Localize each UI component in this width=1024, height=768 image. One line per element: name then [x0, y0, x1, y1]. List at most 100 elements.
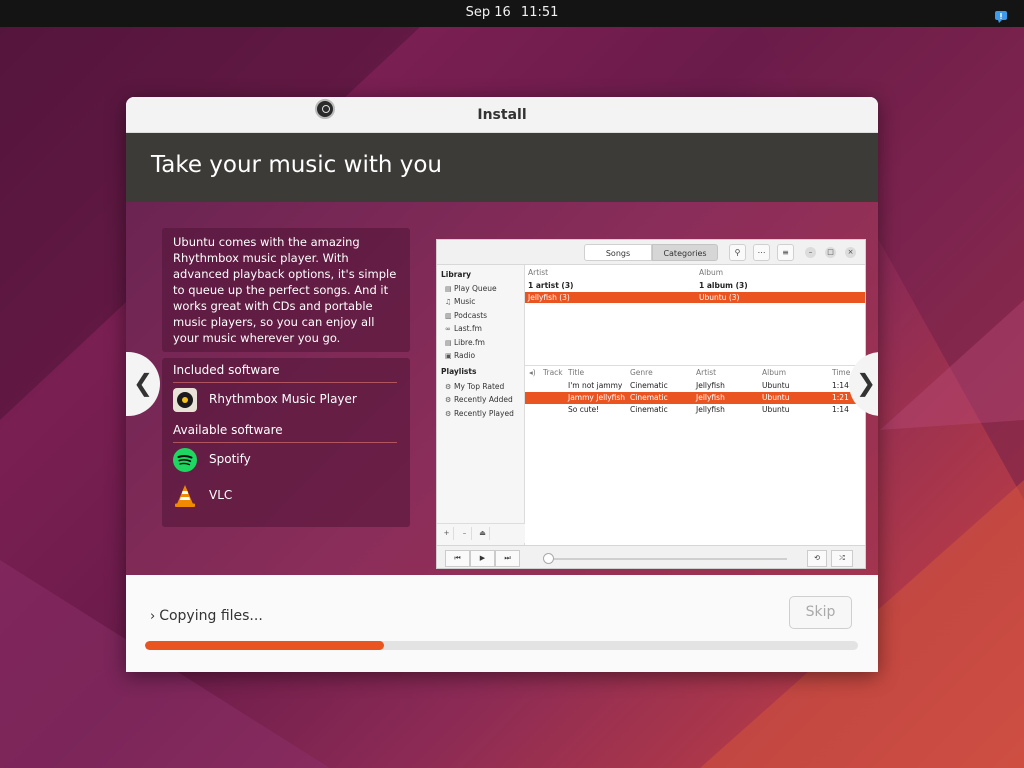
rhythmbox-header: Songs Categories ⚲ ⋯ ≡ – □ × [437, 240, 865, 265]
sidebar-item-radio: ▣ Radio [445, 351, 475, 360]
sidebar-item-librefm: ▤ Libre.fm [445, 338, 485, 347]
sidebar-item-recently-added: ⚙ Recently Added [445, 395, 513, 404]
more-icon: ⋯ [753, 244, 770, 261]
divider [173, 382, 397, 383]
window-title: Install [477, 107, 527, 123]
track-album: Ubuntu [762, 405, 790, 414]
rhythmbox-screenshot: Songs Categories ⚲ ⋯ ≡ – □ × Library ▤ Pl… [436, 239, 866, 569]
playlist-icon: ⚙ [445, 383, 452, 391]
track-time: 1:14 [832, 381, 849, 390]
sidebar-label: Music [454, 297, 476, 306]
table-row: Jammy Jellyfish Cinematic Jellyfish Ubun… [525, 392, 865, 404]
repeat-icon: ⟲ [807, 550, 827, 567]
sidebar-item-music: ♫ Music [445, 297, 475, 306]
sidebar-label: Recently Played [454, 409, 514, 418]
sidebar-item-top-rated: ⚙ My Top Rated [445, 382, 504, 391]
slide-title: Take your music with you [151, 152, 443, 178]
maximize-icon: □ [825, 247, 836, 258]
sidebar-footer: + – ⏏ [437, 523, 525, 543]
library-heading: Library [441, 270, 472, 279]
slide-header: Take your music with you [126, 133, 878, 202]
spotify-icon [173, 448, 197, 472]
track-title: I'm not jammy [568, 381, 623, 390]
shuffle-icon: ⤮ [831, 550, 853, 567]
librefm-icon: ▤ [445, 339, 452, 347]
track-artist: Jellyfish [696, 405, 725, 414]
album-column-header: Album [699, 268, 724, 277]
remove-icon: – [458, 527, 472, 540]
clock-time: 11:51 [520, 5, 559, 20]
music-note-icon: ♫ [445, 298, 452, 306]
album-selected: Ubuntu (3) [699, 293, 740, 302]
top-bar: Sep 16 11:51 [0, 0, 1024, 27]
progress-fill [145, 641, 384, 650]
playlist-icon: ⚙ [445, 410, 452, 418]
sidebar-label: Podcasts [454, 311, 488, 320]
sidebar-item-play-queue: ▤ Play Queue [445, 284, 497, 293]
track-column-header: Track [543, 368, 563, 377]
table-row: So cute! Cinematic Jellyfish Ubuntu 1:14 [525, 404, 865, 416]
player-controls: ⏮ ▶ ⏭ ⟲ ⤮ [437, 545, 865, 568]
close-icon: × [845, 247, 856, 258]
software-label: VLC [209, 488, 233, 502]
menu-icon: ≡ [777, 244, 794, 261]
track-title: So cute! [568, 405, 600, 414]
minimize-icon: – [805, 247, 816, 258]
notification-icon[interactable] [994, 10, 1008, 24]
sidebar-label: Radio [454, 351, 476, 360]
track-album: Ubuntu [762, 381, 790, 390]
track-genre: Cinematic [630, 393, 668, 402]
progress-bar [145, 641, 858, 650]
volume-icon: ◂) [529, 368, 536, 377]
track-time: 1:14 [832, 405, 849, 414]
track-artist: Jellyfish [696, 381, 725, 390]
status-label: Copying files... [159, 608, 263, 624]
install-status[interactable]: › Copying files... [150, 608, 263, 624]
title-column-header: Title [568, 368, 585, 377]
rhythmbox-icon [173, 388, 197, 412]
sidebar-item-recently-played: ⚙ Recently Played [445, 409, 514, 418]
included-software-heading: Included software [173, 363, 280, 377]
software-item-vlc: VLC [173, 484, 403, 510]
track-time: 1:21 [832, 393, 849, 402]
sidebar-label: Last.fm [454, 324, 482, 333]
sidebar-item-lastfm: ∞ Last.fm [445, 324, 482, 333]
add-icon: + [440, 527, 454, 540]
album-summary: 1 album (3) [699, 281, 748, 290]
clock[interactable]: Sep 16 11:51 [0, 5, 1024, 20]
podcast-icon: ▥ [445, 312, 452, 320]
chevron-right-icon: › [150, 609, 156, 624]
artist-summary: 1 artist (3) [528, 281, 574, 290]
track-title: Jammy Jellyfish [568, 393, 626, 402]
playlist-icon: ⚙ [445, 396, 452, 404]
software-label: Spotify [209, 452, 251, 466]
artist-album-browser: Artist Album 1 artist (3) 1 album (3) Je… [525, 265, 865, 365]
genre-column-header: Genre [630, 368, 653, 377]
seek-knob [543, 553, 554, 564]
tab-songs: Songs [584, 244, 652, 261]
divider [173, 442, 397, 443]
sidebar-label: Recently Added [454, 395, 513, 404]
artist-selected: Jellyfish (3) [528, 293, 570, 302]
previous-slide-button[interactable]: ❮ [126, 352, 160, 416]
eject-icon: ⏏ [476, 527, 490, 540]
track-artist: Jellyfish [696, 393, 725, 402]
play-icon: ▶ [470, 550, 495, 567]
search-icon: ⚲ [729, 244, 746, 261]
slide-body: Ubuntu comes with the amazing Rhythmbox … [126, 202, 878, 575]
vlc-icon [175, 485, 195, 507]
table-row: I'm not jammy Cinematic Jellyfish Ubuntu… [525, 380, 865, 392]
selected-row: Jellyfish (3) Ubuntu (3) [525, 292, 865, 303]
title-bar[interactable]: Install [126, 97, 878, 133]
tab-categories: Categories [652, 244, 718, 261]
sidebar-item-podcasts: ▥ Podcasts [445, 311, 487, 320]
sidebar-label: Libre.fm [454, 338, 485, 347]
artist-column-header: Artist [528, 268, 549, 277]
sidebar-label: Play Queue [454, 284, 497, 293]
software-label: Rhythmbox Music Player [209, 392, 357, 406]
skip-button[interactable]: Skip [789, 596, 852, 629]
rhythmbox-sidebar: Library ▤ Play Queue ♫ Music ▥ Podcasts ∞ La… [437, 265, 525, 545]
radio-icon: ▣ [445, 352, 452, 360]
software-item-spotify: Spotify [173, 448, 403, 474]
software-item-rhythmbox: Rhythmbox Music Player [173, 388, 403, 414]
